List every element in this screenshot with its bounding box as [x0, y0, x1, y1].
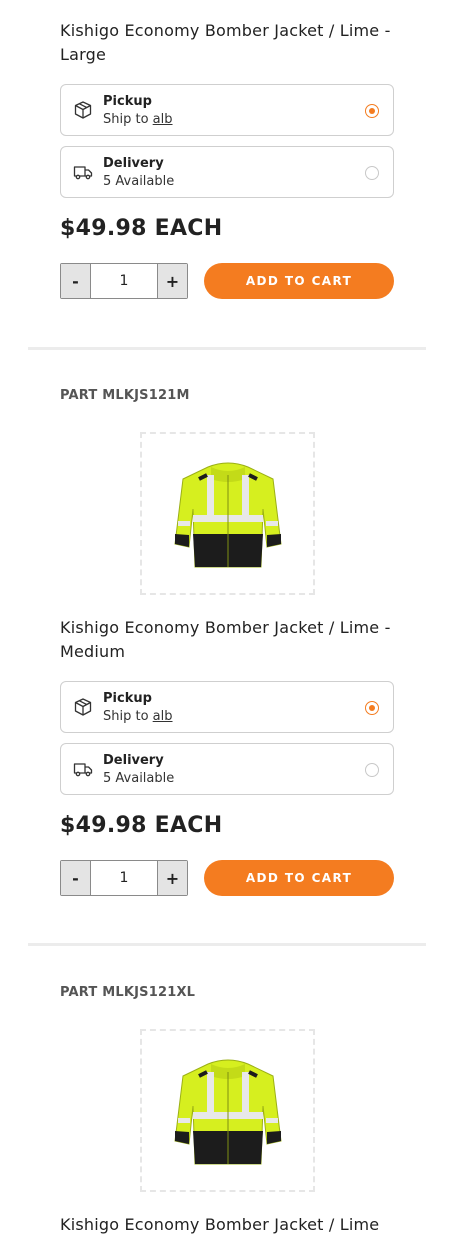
- pickup-store-line: Ship to alb: [103, 709, 173, 724]
- divider: [28, 943, 426, 946]
- delivery-availability: 5 Available: [103, 174, 175, 189]
- pickup-ship-to-text: Ship to: [103, 112, 153, 127]
- delivery-availability: 5 Available: [103, 771, 175, 786]
- delivery-radio[interactable]: [365, 166, 379, 180]
- truck-icon: [73, 166, 93, 180]
- delivery-option[interactable]: Delivery 5 Available: [60, 743, 394, 795]
- quantity-stepper: - 1 +: [60, 860, 188, 896]
- quantity-input[interactable]: 1: [91, 861, 157, 895]
- product-image[interactable]: [140, 432, 315, 595]
- delivery-label: Delivery: [103, 156, 164, 171]
- decrease-quantity-button[interactable]: -: [61, 861, 91, 895]
- pickup-radio[interactable]: [365, 701, 379, 715]
- pickup-store-line: Ship to alb: [103, 112, 173, 127]
- product-title: Kishigo Economy Bomber Jacket / Lime: [60, 1215, 380, 1234]
- delivery-label: Delivery: [103, 753, 164, 768]
- product-title: Kishigo Economy Bomber Jacket / Lime - L…: [60, 21, 391, 64]
- jacket-image: [173, 462, 282, 567]
- increase-quantity-button[interactable]: +: [157, 264, 187, 298]
- product-title: Kishigo Economy Bomber Jacket / Lime - M…: [60, 618, 391, 661]
- pickup-ship-to-text: Ship to: [103, 709, 153, 724]
- delivery-option[interactable]: Delivery 5 Available: [60, 146, 394, 198]
- pickup-option[interactable]: Pickup Ship to alb: [60, 681, 394, 733]
- price: $49.98 EACH: [60, 216, 223, 241]
- box-icon: [74, 101, 92, 119]
- pickup-store-link[interactable]: alb: [153, 709, 173, 724]
- pickup-label: Pickup: [103, 94, 152, 109]
- add-to-cart-button[interactable]: ADD TO CART: [204, 860, 394, 896]
- pickup-radio[interactable]: [365, 104, 379, 118]
- box-icon: [74, 698, 92, 716]
- pickup-option[interactable]: Pickup Ship to alb: [60, 84, 394, 136]
- truck-icon: [73, 763, 93, 777]
- jacket-image: [173, 1059, 282, 1164]
- pickup-label: Pickup: [103, 691, 152, 706]
- increase-quantity-button[interactable]: +: [157, 861, 187, 895]
- pickup-store-link[interactable]: alb: [153, 112, 173, 127]
- price: $49.98 EACH: [60, 813, 223, 838]
- quantity-stepper: - 1 +: [60, 263, 188, 299]
- add-to-cart-button[interactable]: ADD TO CART: [204, 263, 394, 299]
- product-image[interactable]: [140, 1029, 315, 1192]
- divider: [28, 347, 426, 350]
- product-variant-list: Kishigo Economy Bomber Jacket / Lime - L…: [0, 0, 450, 1234]
- part-number: PART MLKJS121XL: [60, 985, 196, 1000]
- delivery-radio[interactable]: [365, 763, 379, 777]
- decrease-quantity-button[interactable]: -: [61, 264, 91, 298]
- quantity-input[interactable]: 1: [91, 264, 157, 298]
- part-number: PART MLKJS121M: [60, 388, 190, 403]
